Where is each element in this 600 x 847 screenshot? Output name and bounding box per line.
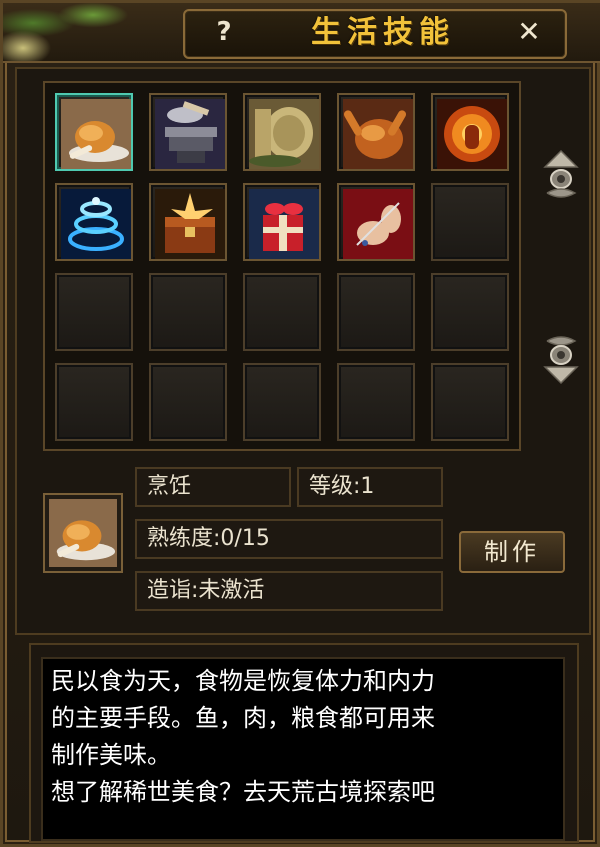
skill-name-field: 烹饪 xyxy=(135,467,291,507)
scroll-up-button[interactable] xyxy=(541,149,581,207)
mastery-field: 造诣:未激活 xyxy=(135,571,443,611)
life-skills-window: ? 生活技能 ✕ 烹饪 等级:1 熟练度:0/15 造诣:未激活 制作 民以食为… xyxy=(0,0,600,847)
skill-slot-2[interactable] xyxy=(149,93,227,171)
anvil-hammer-icon xyxy=(155,99,225,169)
roast-duck-icon xyxy=(343,99,413,169)
skill-slot-3[interactable] xyxy=(243,93,321,171)
description-line: 的主要手段。鱼，肉，粮食都可用来 xyxy=(51,704,435,732)
fire-aura-icon xyxy=(437,99,507,169)
blue-vortex-icon xyxy=(61,189,131,259)
bamboo-leaves-decoration xyxy=(3,3,153,61)
skill-slot-5[interactable] xyxy=(431,93,509,171)
empty-skill-slot[interactable] xyxy=(243,273,321,351)
scroll-down-button[interactable] xyxy=(541,327,581,385)
empty-skill-slot[interactable] xyxy=(431,363,509,441)
skill-description[interactable]: 民以食为天，食物是恢复体力和内力 的主要手段。鱼，肉，粮食都可用来 制作美味。 … xyxy=(41,657,565,841)
grindstone-icon xyxy=(249,99,319,169)
skill-slot-7[interactable] xyxy=(149,183,227,261)
empty-skill-slot[interactable] xyxy=(337,363,415,441)
description-line: 制作美味。 xyxy=(51,741,171,769)
empty-skill-slot[interactable] xyxy=(149,273,227,351)
help-icon[interactable]: ? xyxy=(208,16,240,48)
empty-skill-slot[interactable] xyxy=(337,273,415,351)
title-bar[interactable]: ? 生活技能 ✕ xyxy=(3,3,600,63)
make-button[interactable]: 制作 xyxy=(459,531,565,573)
treasure-chest-icon xyxy=(155,189,225,259)
proficiency-field: 熟练度:0/15 xyxy=(135,519,443,559)
needlework-icon xyxy=(343,189,413,259)
description-line: 想了解稀世美食？去天荒古境探索吧 xyxy=(51,778,435,806)
close-icon[interactable]: ✕ xyxy=(513,16,545,48)
skill-level-field: 等级:1 xyxy=(297,467,443,507)
selected-skill-icon-frame xyxy=(43,493,123,573)
skill-slot-8[interactable] xyxy=(243,183,321,261)
roast-chicken-icon xyxy=(49,499,117,567)
empty-skill-slot[interactable] xyxy=(55,363,133,441)
skill-slot-4[interactable] xyxy=(337,93,415,171)
skill-grid xyxy=(43,81,521,451)
empty-skill-slot[interactable] xyxy=(243,363,321,441)
empty-skill-slot[interactable] xyxy=(149,363,227,441)
empty-skill-slot[interactable] xyxy=(55,273,133,351)
skill-slot-9[interactable] xyxy=(337,183,415,261)
skill-slot-6[interactable] xyxy=(55,183,133,261)
description-line: 民以食为天，食物是恢复体力和内力 xyxy=(51,667,435,695)
gift-box-icon xyxy=(249,189,319,259)
empty-skill-slot[interactable] xyxy=(431,273,509,351)
window-title: 生活技能 xyxy=(311,15,455,50)
empty-skill-slot[interactable] xyxy=(431,183,509,261)
roast-chicken-icon xyxy=(61,99,131,169)
skill-slot-1[interactable] xyxy=(55,93,133,171)
